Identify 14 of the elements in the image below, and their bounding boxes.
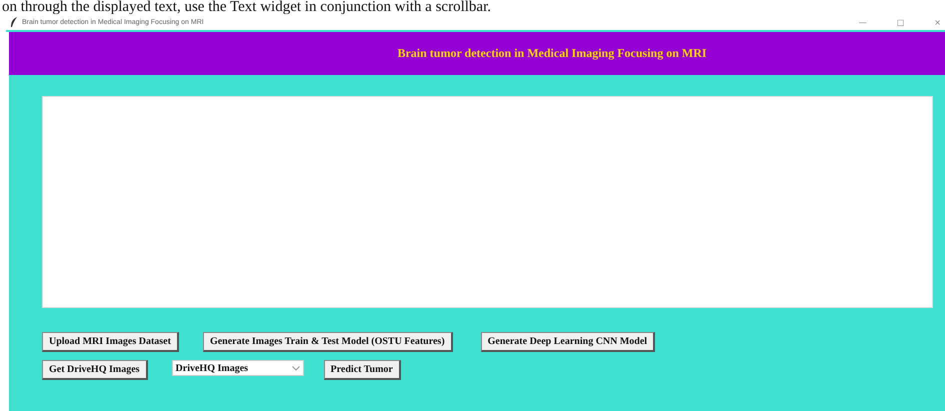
document-text: on through the displayed text, use the Text widget in conjunction with a scrollbar. <box>1 0 492 14</box>
action-button[interactable]: Upload MRI Images Dataset <box>42 332 179 352</box>
output-text-area[interactable] <box>42 96 933 308</box>
window-control[interactable]: □ <box>896 18 904 26</box>
chevron-down-icon <box>292 366 300 370</box>
app-title: Brain tumor detection in Medical Imaging Focusing on MRI <box>396 46 707 61</box>
feather-icon <box>10 17 18 27</box>
action-button[interactable]: Get DriveHQ Images <box>42 360 148 380</box>
window-control[interactable]: × <box>934 18 941 26</box>
action-button[interactable]: Generate Images Train & Test Model (OSTU Features) <box>202 332 453 352</box>
dropdown[interactable]: DriveHQ Images <box>172 360 304 376</box>
action-button[interactable]: Predict Tumor <box>324 360 401 380</box>
action-button[interactable]: Generate Deep Learning CNN Model <box>480 332 656 352</box>
window-control[interactable]: — <box>858 18 867 26</box>
